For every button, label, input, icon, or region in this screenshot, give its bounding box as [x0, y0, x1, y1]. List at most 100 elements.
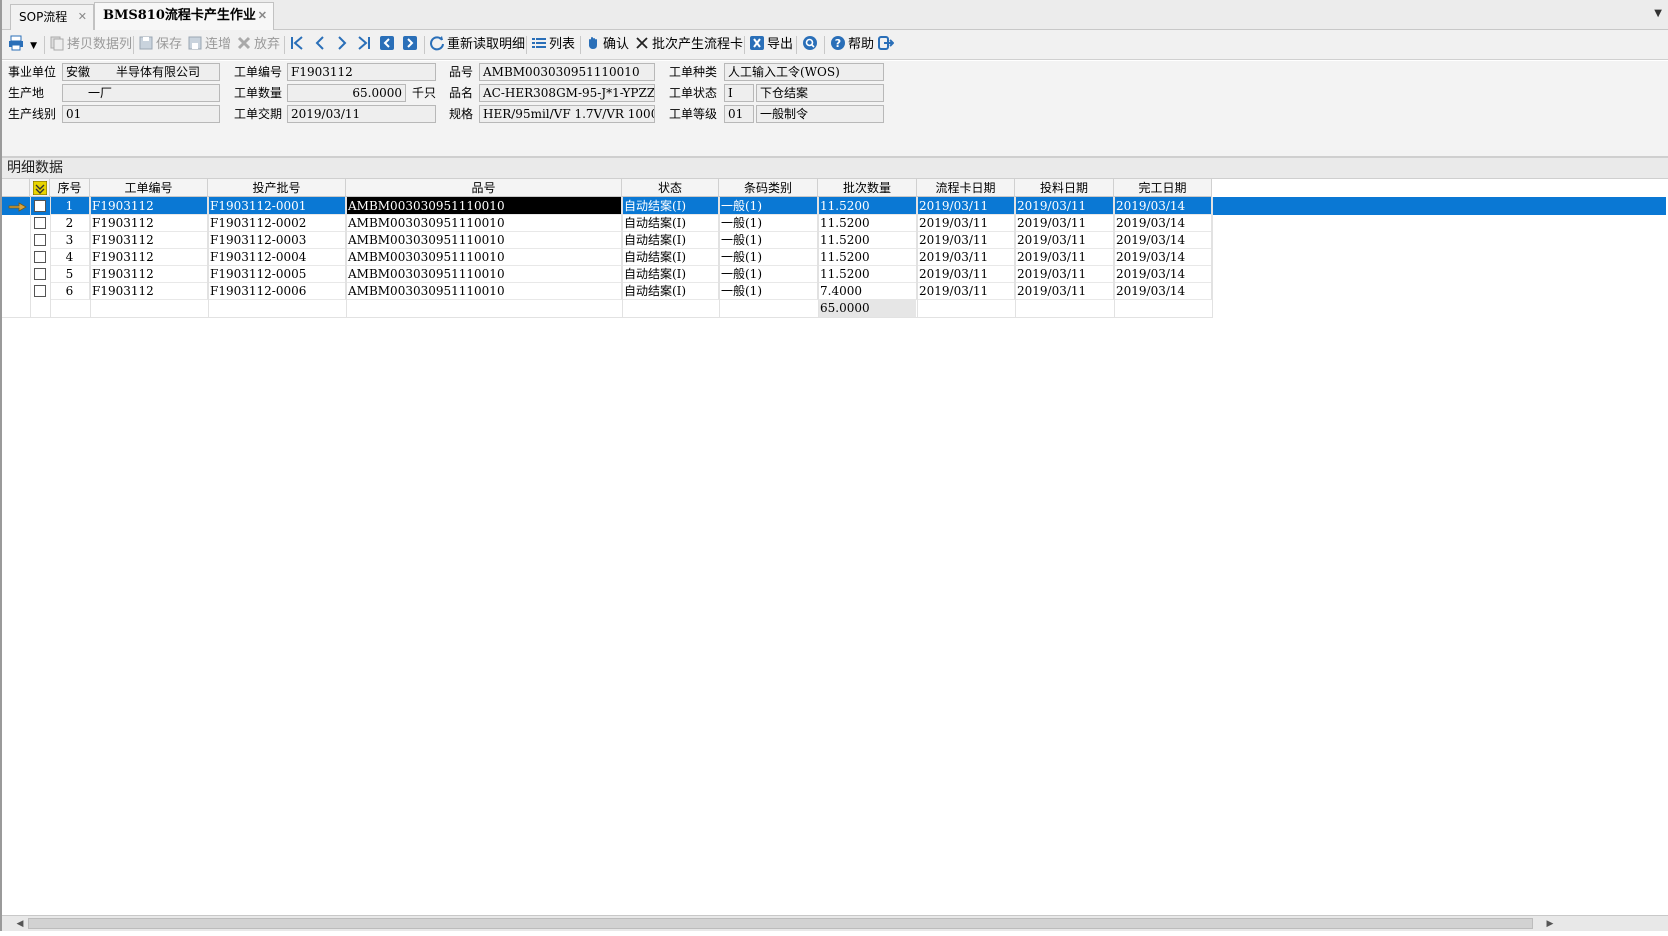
cell-status[interactable]: 自动结案(I)	[622, 214, 719, 232]
horizontal-scrollbar[interactable]: ◀ ▶	[2, 915, 1668, 931]
cell-seq[interactable]: 2	[50, 214, 90, 232]
cell-barcode-type[interactable]: 一般(1)	[719, 282, 818, 300]
cell-feed-date[interactable]: 2019/03/11	[1015, 197, 1114, 215]
row-checkbox[interactable]	[34, 234, 46, 246]
cell-status[interactable]: 自动结案(I)	[622, 197, 719, 215]
table-row[interactable]: 3 F1903112 F1903112-0003 AMBM00303095111001…	[2, 231, 1212, 249]
cell-feed-date[interactable]: 2019/03/11	[1015, 248, 1114, 266]
query-button[interactable]	[802, 34, 820, 56]
col-header-feed-date[interactable]: 投料日期	[1015, 179, 1114, 197]
cell-feed-date[interactable]: 2019/03/11	[1015, 282, 1114, 300]
wo-no-field[interactable]: F1903112	[287, 63, 436, 81]
cell-status[interactable]: 自动结案(I)	[622, 248, 719, 266]
previous-record-button[interactable]	[312, 34, 330, 56]
cell-barcode-type[interactable]: 一般(1)	[719, 197, 818, 215]
scroll-left-icon[interactable]: ◀	[12, 916, 28, 932]
cell-batch-qty[interactable]: 11.5200	[818, 197, 917, 215]
site-field[interactable]: 一厂	[62, 84, 220, 102]
row-checkbox[interactable]	[34, 200, 46, 212]
cell-barcode-type[interactable]: 一般(1)	[719, 248, 818, 266]
export-button[interactable]: 导出	[749, 34, 793, 56]
cell-card-date[interactable]: 2019/03/11	[917, 214, 1015, 232]
cell-part-no[interactable]: AMBM003030951110010	[346, 231, 622, 249]
part-no-field[interactable]: AMBM003030951110010	[479, 63, 655, 81]
cell-lot-no[interactable]: F1903112-0001	[208, 197, 346, 215]
col-header-wo-no[interactable]: 工单编号	[90, 179, 208, 197]
confirm-button[interactable]: 确认	[585, 34, 629, 56]
cell-batch-qty[interactable]: 7.4000	[818, 282, 917, 300]
page-previous-button[interactable]	[379, 34, 397, 56]
cell-barcode-type[interactable]: 一般(1)	[719, 231, 818, 249]
col-header-seq[interactable]: 序号	[50, 179, 90, 197]
col-header-batch-qty[interactable]: 批次数量	[818, 179, 917, 197]
cell-feed-date[interactable]: 2019/03/11	[1015, 214, 1114, 232]
cell-card-date[interactable]: 2019/03/11	[917, 265, 1015, 283]
cell-wo-no[interactable]: F1903112	[90, 214, 208, 232]
last-record-button[interactable]	[356, 34, 374, 56]
cell-wo-no[interactable]: F1903112	[90, 282, 208, 300]
col-header-done-date[interactable]: 完工日期	[1114, 179, 1212, 197]
cell-lot-no[interactable]: F1903112-0005	[208, 265, 346, 283]
discard-button[interactable]: 放弃	[236, 34, 280, 56]
page-next-button[interactable]	[402, 34, 420, 56]
cell-lot-no[interactable]: F1903112-0003	[208, 231, 346, 249]
batch-flow-card-button[interactable]: 批次产生流程卡	[634, 34, 743, 56]
cell-done-date[interactable]: 2019/03/14	[1114, 282, 1212, 300]
cell-part-no[interactable]: AMBM003030951110010	[346, 282, 622, 300]
reload-detail-button[interactable]: 重新读取明细	[429, 34, 525, 56]
cell-card-date[interactable]: 2019/03/11	[917, 248, 1015, 266]
cell-part-no[interactable]: AMBM003030951110010	[346, 265, 622, 283]
line-field[interactable]: 01	[62, 105, 220, 123]
cell-done-date[interactable]: 2019/03/14	[1114, 197, 1212, 215]
cell-seq[interactable]: 1	[50, 197, 90, 215]
list-button[interactable]: 列表	[531, 34, 575, 56]
cell-batch-qty[interactable]: 11.5200	[818, 214, 917, 232]
continue-add-button[interactable]: 连增	[187, 34, 231, 56]
cell-wo-no[interactable]: F1903112	[90, 197, 208, 215]
cell-lot-no[interactable]: F1903112-0006	[208, 282, 346, 300]
cell-seq[interactable]: 4	[50, 248, 90, 266]
close-icon[interactable]: ✕	[78, 5, 87, 29]
wo-status-name-field[interactable]: 下仓结案	[756, 84, 884, 102]
cell-seq[interactable]: 3	[50, 231, 90, 249]
cell-feed-date[interactable]: 2019/03/11	[1015, 265, 1114, 283]
first-record-button[interactable]	[289, 34, 307, 56]
cell-batch-qty[interactable]: 11.5200	[818, 248, 917, 266]
copy-column-button[interactable]: 拷贝数据列	[49, 34, 132, 56]
cell-lot-no[interactable]: F1903112-0004	[208, 248, 346, 266]
col-header-status[interactable]: 状态	[622, 179, 719, 197]
scrollbar-thumb[interactable]	[28, 918, 1533, 929]
cell-batch-qty[interactable]: 11.5200	[818, 265, 917, 283]
cell-card-date[interactable]: 2019/03/11	[917, 231, 1015, 249]
close-icon[interactable]: ✕	[258, 3, 267, 29]
cell-wo-no[interactable]: F1903112	[90, 248, 208, 266]
cell-status[interactable]: 自动结案(I)	[622, 231, 719, 249]
cell-status[interactable]: 自动结案(I)	[622, 265, 719, 283]
table-row[interactable]: 6 F1903112 F1903112-0006 AMBM00303095111001…	[2, 282, 1212, 300]
select-all-header[interactable]	[30, 179, 50, 197]
row-checkbox[interactable]	[34, 285, 46, 297]
col-header-lot-no[interactable]: 投产批号	[208, 179, 346, 197]
save-button[interactable]: 保存	[138, 34, 182, 56]
part-name-field[interactable]: AC-HER308GM-95-J*1-YPZZ-BM	[479, 84, 655, 102]
cell-card-date[interactable]: 2019/03/11	[917, 197, 1015, 215]
cell-done-date[interactable]: 2019/03/14	[1114, 265, 1212, 283]
cell-wo-no[interactable]: F1903112	[90, 265, 208, 283]
col-header-barcode-type[interactable]: 条码类别	[719, 179, 818, 197]
cell-part-no[interactable]: AMBM003030951110010	[346, 214, 622, 232]
cell-part-no[interactable]: AMBM003030951110010	[346, 197, 622, 215]
scroll-right-icon[interactable]: ▶	[1542, 916, 1558, 932]
cell-done-date[interactable]: 2019/03/14	[1114, 231, 1212, 249]
cell-wo-no[interactable]: F1903112	[90, 231, 208, 249]
wo-level-code-field[interactable]: 01	[724, 105, 754, 123]
cell-done-date[interactable]: 2019/03/14	[1114, 214, 1212, 232]
col-header-card-date[interactable]: 流程卡日期	[917, 179, 1015, 197]
col-header-part-no[interactable]: 品号	[346, 179, 622, 197]
wo-qty-field[interactable]: 65.0000	[287, 84, 406, 102]
next-record-button[interactable]	[334, 34, 352, 56]
exit-button[interactable]	[878, 34, 896, 56]
cell-seq[interactable]: 5	[50, 265, 90, 283]
print-button[interactable]: ▼	[8, 34, 37, 56]
wo-type-field[interactable]: 人工输入工令(WOS)	[724, 63, 884, 81]
cell-lot-no[interactable]: F1903112-0002	[208, 214, 346, 232]
